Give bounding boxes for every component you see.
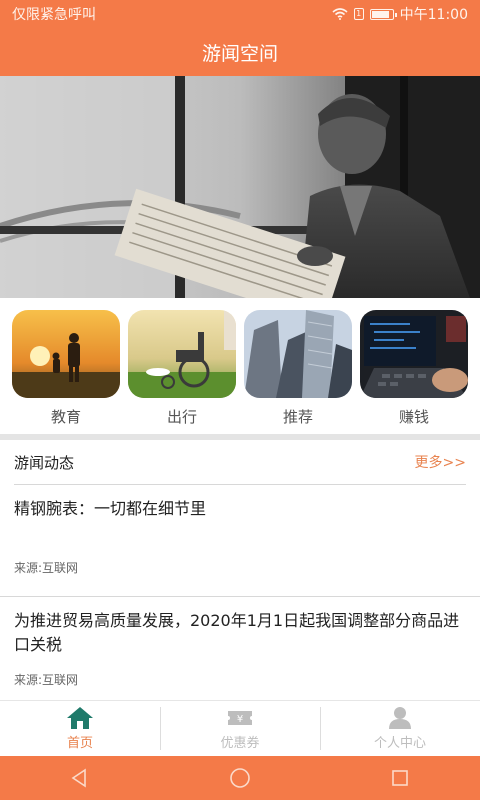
status-bar: 仅限紧急呼叫 1 中午11:00 (0, 0, 480, 28)
category-label: 赚钱 (398, 408, 429, 426)
tab-label: 首页 (66, 736, 93, 751)
system-nav-bar (0, 756, 480, 800)
battery-icon (369, 8, 397, 20)
home-button[interactable] (225, 763, 255, 793)
news-title: 精钢腕表：一切都在细节里 (14, 499, 207, 518)
news-list: 精钢腕表：一切都在细节里 来源:互联网 为推进贸易高质量发展，2020年1月1日… (0, 485, 480, 697)
news-section-header: 游闻动态 更多>> (0, 440, 480, 484)
sim-icon: 1 (353, 8, 364, 20)
category-earn[interactable]: 赚钱 (360, 310, 468, 434)
news-source: 来源:互联网 (14, 673, 79, 687)
section-title: 游闻动态 (14, 453, 75, 472)
app-header: 游闻空间 (0, 28, 480, 76)
person-icon (389, 707, 411, 729)
tab-coupons[interactable]: ¥ 优惠券 (160, 701, 320, 756)
category-image (360, 310, 468, 398)
back-button[interactable] (65, 763, 95, 793)
back-icon (71, 768, 86, 788)
category-recommend[interactable]: 推荐 (244, 310, 352, 434)
coupon-icon: ¥ (228, 711, 252, 725)
tab-home[interactable]: 首页 (0, 701, 160, 756)
category-grid: 教育 出行 推荐 赚钱 (0, 298, 480, 434)
tab-label: 优惠券 (220, 736, 260, 751)
category-image (244, 310, 352, 398)
tab-label: 个人中心 (373, 736, 426, 751)
recent-apps-button[interactable] (385, 763, 415, 793)
svg-text:¥: ¥ (237, 714, 243, 725)
news-source: 来源:互联网 (14, 561, 79, 575)
tab-profile[interactable]: 个人中心 (320, 701, 480, 756)
battery-fill (371, 10, 389, 18)
banner-illustration (0, 76, 480, 298)
recent-apps-icon (392, 770, 408, 786)
category-education[interactable]: 教育 (12, 310, 120, 434)
status-icons: 1 中午11:00 (332, 4, 468, 24)
category-image (128, 310, 236, 398)
home-icon (67, 707, 93, 729)
category-label: 出行 (166, 408, 197, 426)
list-item[interactable]: 为推进贸易高质量发展，2020年1月1日起我国调整部分商品进口关税 来源:互联网 (0, 597, 480, 697)
clock: 中午11:00 (399, 7, 468, 23)
page-title: 游闻空间 (201, 42, 278, 65)
category-label: 教育 (50, 408, 81, 426)
category-image (12, 310, 120, 398)
bottom-tab-bar: 首页 ¥ 优惠券 个人中心 (0, 700, 480, 756)
news-title: 为推进贸易高质量发展，2020年1月1日起我国调整部分商品进口关税 (14, 611, 460, 654)
more-link[interactable]: 更多>> (415, 452, 466, 472)
network-status-text: 仅限紧急呼叫 (12, 7, 96, 23)
home-circle-icon (230, 768, 250, 788)
list-item[interactable]: 精钢腕表：一切都在细节里 来源:互联网 (0, 485, 480, 597)
category-label: 推荐 (282, 408, 313, 426)
wifi-icon (332, 8, 348, 20)
banner-image[interactable] (0, 76, 480, 298)
category-travel[interactable]: 出行 (128, 310, 236, 434)
